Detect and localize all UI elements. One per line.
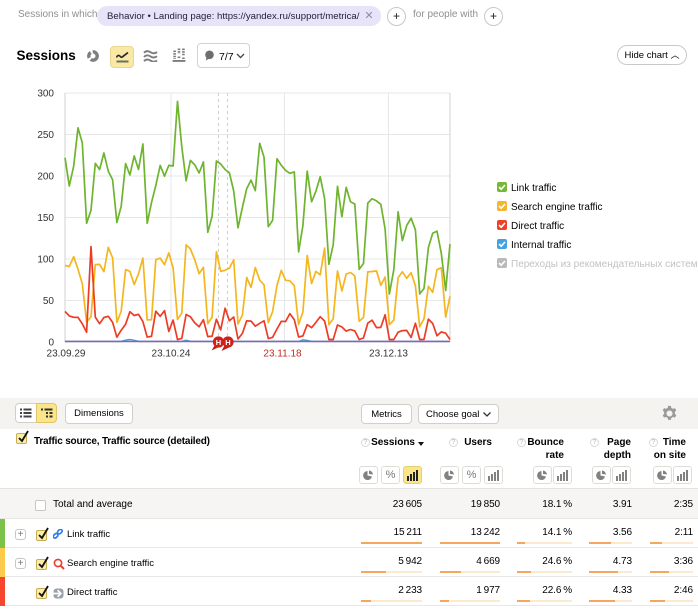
svg-text:H: H xyxy=(216,338,221,347)
svg-text:23.10.24: 23.10.24 xyxy=(152,349,191,360)
svg-text:23.11.18: 23.11.18 xyxy=(263,349,302,360)
svg-text:23.12.13: 23.12.13 xyxy=(369,349,408,360)
svg-text:150: 150 xyxy=(37,213,54,224)
svg-text:250: 250 xyxy=(37,130,54,141)
svg-text:0: 0 xyxy=(48,338,54,349)
svg-text:300: 300 xyxy=(37,89,54,100)
svg-text:23.09.29: 23.09.29 xyxy=(47,349,86,360)
svg-text:100: 100 xyxy=(37,255,54,266)
svg-text:200: 200 xyxy=(37,172,54,183)
svg-text:H: H xyxy=(225,338,230,347)
svg-text:50: 50 xyxy=(43,296,55,307)
